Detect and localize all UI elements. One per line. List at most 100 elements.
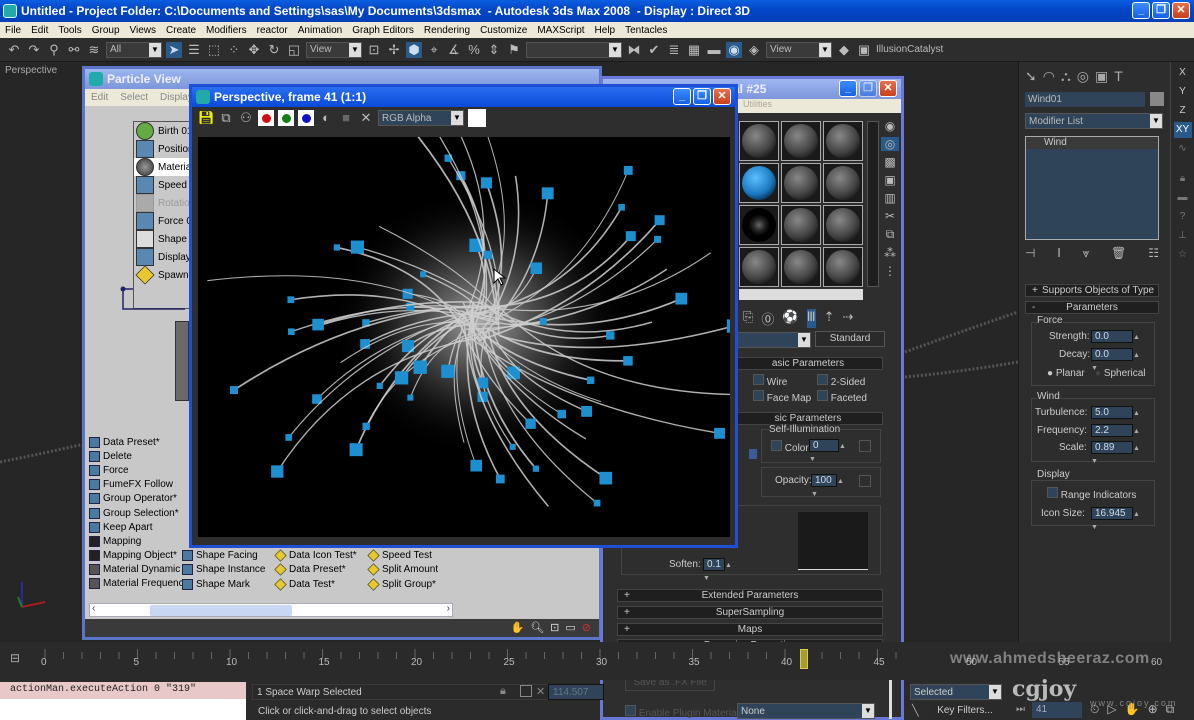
depot-item[interactable]: Data Test*	[274, 577, 357, 591]
clone-frame-icon[interactable]: ⧉	[218, 110, 234, 126]
axis-y-button[interactable]: Y	[1174, 84, 1192, 100]
configure-modifier-sets-icon[interactable]: ☷	[1148, 246, 1159, 261]
range-indicators-checkbox[interactable]: Range Indicators	[1047, 487, 1136, 501]
menu-views[interactable]: Views	[125, 25, 162, 36]
opacity-map-button[interactable]	[859, 475, 871, 487]
utilities-tab-icon[interactable]: T	[1114, 68, 1123, 85]
pv-menu-select[interactable]: Select	[114, 92, 154, 103]
layer-manager-icon[interactable]: ≣	[666, 42, 682, 58]
material-id-icon[interactable]: ⓪	[761, 309, 774, 328]
depot-item[interactable]: Mapping Object*	[89, 549, 189, 563]
depot-item[interactable]: Group Selection*	[89, 506, 189, 520]
go-to-end-icon[interactable]: ⏭	[1016, 704, 1025, 715]
modify-tab-icon[interactable]: ◠	[1043, 68, 1055, 85]
pan-icon[interactable]: ✋	[510, 621, 524, 634]
remove-modifier-icon[interactable]: 🗑︎	[1111, 246, 1126, 261]
restore-button[interactable]: ❐	[1152, 2, 1170, 19]
depot-horizontal-scrollbar[interactable]: ‹ ›	[89, 603, 453, 617]
angle-snap-icon[interactable]: ∡	[446, 42, 462, 58]
menu-rendering[interactable]: Rendering	[419, 25, 475, 36]
sample-slot[interactable]	[823, 121, 863, 161]
redo-icon[interactable]: ↷	[26, 42, 42, 58]
rollout-supersampling[interactable]: + SuperSampling	[617, 606, 883, 619]
depot-item[interactable]: Group Operator*	[89, 492, 189, 506]
unlink-icon[interactable]: ⚯	[66, 42, 82, 58]
manipulate-icon[interactable]: ✢	[386, 42, 402, 58]
menu-tentacles[interactable]: Tentacles	[620, 25, 672, 36]
set-key-icon[interactable]: ╲	[912, 704, 919, 717]
close-button[interactable]: ✕	[1172, 2, 1190, 19]
rollout-scrollbar[interactable]	[889, 679, 892, 719]
depot-item[interactable]: Shape Mark	[182, 577, 266, 591]
absolute-mode-icon[interactable]	[520, 685, 532, 697]
align-icon[interactable]: ✔	[646, 42, 662, 58]
menu-animation[interactable]: Animation	[293, 25, 347, 36]
depot-item[interactable]: Data Icon Test*	[274, 549, 357, 563]
plugin-material-dropdown[interactable]: None ▼	[737, 703, 875, 719]
two-sided-checkbox[interactable]: 2-Sided	[817, 374, 865, 388]
maximize-button[interactable]: ❐	[693, 88, 711, 105]
depot-item[interactable]: Split Amount	[367, 563, 438, 577]
alpha-channel-icon[interactable]: ◐	[318, 110, 334, 126]
display-tab-icon[interactable]: ▣	[1095, 68, 1108, 85]
current-frame-field[interactable]: 41	[1032, 702, 1082, 718]
self-illum-map-button[interactable]	[859, 440, 871, 452]
create-tab-icon[interactable]: ➘	[1025, 68, 1037, 85]
sample-uv-tiling-icon[interactable]: ▣	[881, 173, 899, 187]
sample-slot[interactable]	[823, 205, 863, 245]
video-color-check-icon[interactable]: ▥	[881, 191, 899, 205]
pivot-center-icon[interactable]: ⊡	[366, 42, 382, 58]
modifier-list-dropdown[interactable]: Modifier List ▼	[1025, 113, 1163, 129]
second-event-box[interactable]	[175, 321, 189, 401]
axis-xy-button[interactable]: XY	[1173, 122, 1192, 138]
bind-space-warp-icon[interactable]: ≋	[86, 42, 102, 58]
depot-item[interactable]: Speed Test	[367, 549, 438, 563]
blue-channel-button[interactable]	[298, 110, 314, 126]
spherical-radio[interactable]: ● Spherical	[1095, 368, 1146, 379]
supports-objects-rollout[interactable]: + Supports Objects of Type	[1025, 284, 1159, 297]
schematic-view-icon[interactable]: ▬	[706, 42, 722, 58]
undo-icon[interactable]: ↶	[6, 42, 22, 58]
lock-icon[interactable]: 🔒︎	[1174, 171, 1192, 187]
depot-item[interactable]: Shape Facing	[182, 549, 266, 563]
save-bitmap-icon[interactable]: 💾︎	[198, 110, 215, 126]
sample-slot[interactable]	[781, 205, 821, 245]
spinner-snap-icon[interactable]: ⇕	[486, 42, 502, 58]
material-type-button[interactable]: Standard	[815, 331, 885, 347]
sample-slot[interactable]	[739, 205, 779, 245]
hierarchy-tab-icon[interactable]: ⛬	[1061, 68, 1071, 85]
axis-x-button[interactable]: X	[1174, 65, 1192, 81]
curve-editor-icon[interactable]: ▦	[686, 42, 702, 58]
zoom-region-icon[interactable]: ⊡	[550, 621, 559, 634]
zoom-extents-icon[interactable]: ▭	[565, 621, 575, 634]
sample-slot[interactable]	[781, 247, 821, 287]
scrollbar-thumb[interactable]	[150, 605, 292, 616]
snaps-toggle-icon[interactable]: ⌖	[426, 42, 442, 58]
time-slider-handle[interactable]	[799, 649, 808, 669]
depot-item[interactable]: Mapping	[89, 534, 189, 548]
render-setup-icon[interactable]: ◈	[746, 42, 762, 58]
move-icon[interactable]: ✥	[246, 42, 262, 58]
go-to-parent-icon[interactable]: ⇡	[824, 309, 835, 328]
track-icon[interactable]: ⚇	[238, 110, 254, 126]
sample-type-icon[interactable]: ◉	[881, 119, 899, 133]
depot-item[interactable]: Material Frequency	[89, 577, 189, 591]
show-end-result-icon[interactable]: Ⅲ	[806, 309, 816, 328]
rollout-maps[interactable]: + Maps	[617, 623, 883, 636]
clear-icon[interactable]: ✕	[358, 110, 374, 126]
shader-basic-params-rollout[interactable]: asic Parameters	[733, 357, 883, 370]
object-name-field[interactable]: Wind01	[1025, 92, 1145, 107]
self-illum-color-checkbox[interactable]: Color	[771, 440, 809, 454]
menu-create[interactable]: Create	[161, 25, 201, 36]
mini-curve-editor-icon[interactable]: ⊟	[10, 651, 20, 665]
soften-spinner[interactable]: 0.1 ▲ ▼	[703, 558, 732, 583]
menu-modifiers[interactable]: Modifiers	[201, 25, 252, 36]
select-by-name-icon[interactable]: ☰	[186, 42, 202, 58]
no-zoom-icon[interactable]: ⊘	[582, 621, 591, 634]
reactor-icon[interactable]: ∿	[1174, 141, 1192, 157]
pv-menu-edit[interactable]: Edit	[85, 92, 114, 103]
minimize-button[interactable]: _	[673, 88, 691, 105]
color-swatch[interactable]	[468, 109, 486, 127]
make-preview-icon[interactable]: ✂	[881, 209, 899, 223]
rotate-icon[interactable]: ↻	[266, 42, 282, 58]
